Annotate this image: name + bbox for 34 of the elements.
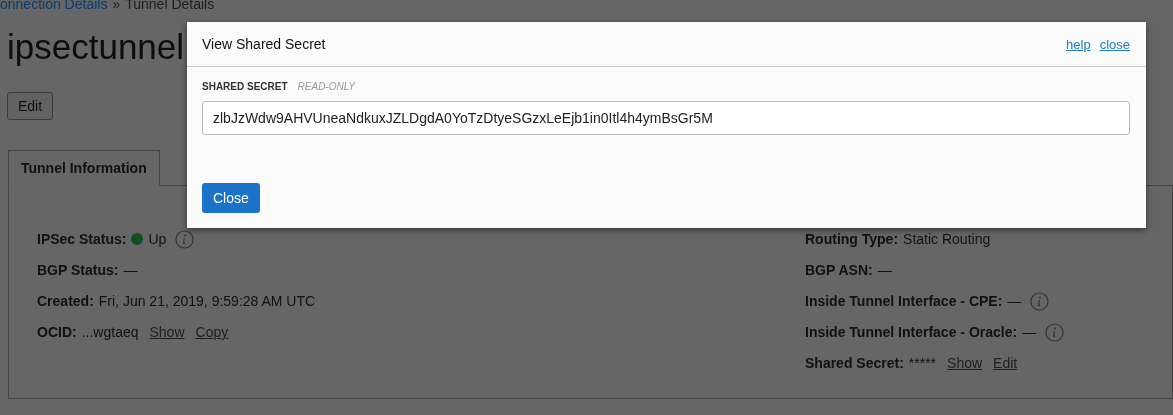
tab[interactable]: Tunnel Information xyxy=(8,150,160,186)
field-value: ***** xyxy=(908,355,937,371)
breadcrumb-separator: » xyxy=(112,0,121,12)
field-label: Inside Tunnel Interface - Oracle: xyxy=(805,324,1018,340)
field-label: Shared Secret: xyxy=(805,355,904,371)
field-value: ...wgtaeq xyxy=(81,324,139,340)
field-label: BGP ASN: xyxy=(805,262,873,278)
header-link[interactable]: help xyxy=(1066,36,1091,52)
field-label: Inside Tunnel Interface - CPE: xyxy=(805,293,1003,309)
info-icon[interactable] xyxy=(1045,322,1065,342)
page-title: ipsectunnel xyxy=(7,26,185,68)
field-value: — xyxy=(1007,293,1022,309)
field-link[interactable]: Copy xyxy=(195,324,229,340)
field-link[interactable]: Edit xyxy=(993,355,1018,371)
info-icon[interactable] xyxy=(1030,291,1050,311)
field-label: IPSec Status: xyxy=(37,231,127,247)
field-link[interactable]: Show xyxy=(149,324,185,340)
field-label: Created: xyxy=(37,293,94,309)
field-note: READ-ONLY xyxy=(297,81,355,92)
dialog-title: View Shared Secret xyxy=(202,36,326,52)
field-label: Routing Type: xyxy=(805,231,899,247)
field-link[interactable]: Show xyxy=(947,355,983,371)
field-label: OCID: xyxy=(37,324,77,340)
field-value: Up xyxy=(148,231,167,247)
field-value: — xyxy=(123,262,138,278)
edit-button[interactable]: Edit xyxy=(7,92,54,120)
field-label: BGP Status: xyxy=(37,262,119,278)
header-link[interactable]: close xyxy=(1099,36,1130,52)
secret-field[interactable]: zlbJzWdw9AHVUneaNdkuxJZLDgdA0YoTzDtyeSGzxLeEjb1in0Itl4h4ymBsGr5M xyxy=(202,101,1130,135)
info-icon[interactable] xyxy=(175,229,195,249)
field-value: — xyxy=(877,262,892,278)
close-button[interactable]: Close xyxy=(202,183,260,213)
field-value: — xyxy=(1022,324,1037,340)
field-label: SHARED SECRET xyxy=(202,81,288,92)
